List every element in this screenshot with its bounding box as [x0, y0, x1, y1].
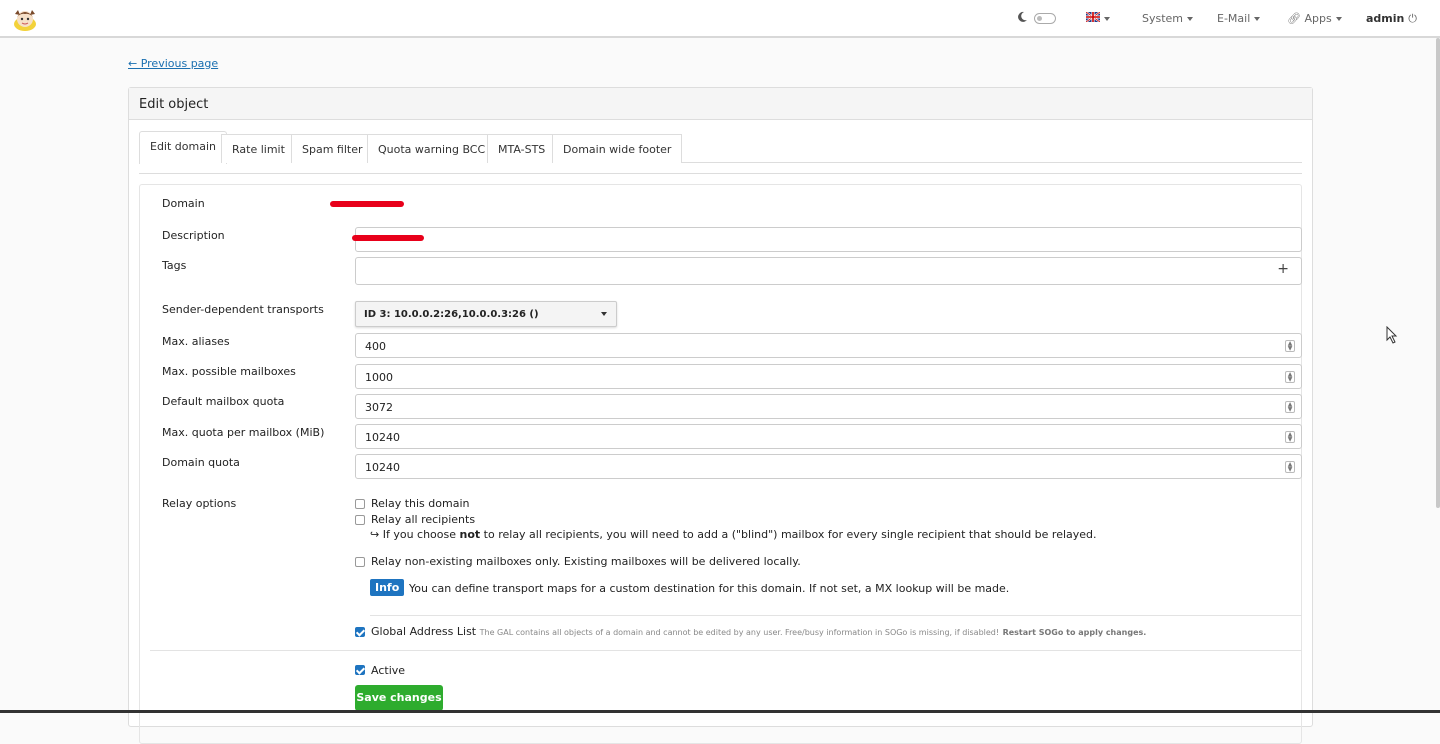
gal-restart-note: Restart SOGo to apply changes.: [1002, 628, 1147, 637]
info-text: You can define transport maps for a cust…: [409, 582, 1010, 595]
tab-rate-limit[interactable]: Rate limit: [221, 134, 296, 163]
top-navbar: System E-Mail 🔗︎ Apps admin ⏻: [0, 0, 1440, 38]
nav-user-admin[interactable]: admin ⏻: [1366, 12, 1417, 26]
default-quota-value: 3072: [365, 401, 393, 414]
relay-all-checkbox[interactable]: [355, 515, 365, 525]
transport-selected-value: ID 3: 10.0.0.2:26,10.0.0.3:26 (): [364, 309, 539, 320]
panel-title: Edit object: [129, 88, 1312, 120]
nav-apps-menu[interactable]: 🔗︎ Apps: [1287, 12, 1342, 25]
max-quota-value: 10240: [365, 431, 400, 444]
page-scrollbar[interactable]: [1436, 38, 1440, 508]
number-spinner-icon[interactable]: ▲ ▼: [1285, 401, 1295, 413]
tags-label: Tags: [162, 259, 187, 272]
active-label: Active: [371, 664, 406, 677]
relay-hint-bold: not: [459, 528, 481, 541]
mouse-cursor-icon: [1386, 326, 1398, 344]
edit-object-panel: Edit object Edit domain Rate limit Spam …: [128, 87, 1313, 744]
max-mailboxes-label: Max. possible mailboxes: [162, 365, 296, 378]
max-mailboxes-input[interactable]: 1000 ▲ ▼: [355, 364, 1302, 389]
tab-domain-wide-footer[interactable]: Domain wide footer: [552, 134, 683, 163]
nav-system-label: System: [1142, 12, 1184, 25]
description-label: Description: [162, 229, 225, 242]
number-spinner-icon[interactable]: ▲ ▼: [1285, 461, 1295, 473]
gal-checkbox[interactable]: [355, 627, 365, 637]
max-aliases-label: Max. aliases: [162, 335, 230, 348]
max-aliases-input[interactable]: 400 ▲ ▼: [355, 333, 1302, 358]
relay-nonexist-label: Relay non-existing mailboxes only. Exist…: [371, 555, 801, 568]
relay-options-label: Relay options: [162, 497, 237, 510]
default-quota-input[interactable]: 3072 ▲ ▼: [355, 394, 1302, 419]
number-spinner-icon[interactable]: ▲ ▼: [1285, 340, 1295, 352]
relay-hint: ↪ If you choose not to relay all recipie…: [370, 528, 1097, 541]
edit-domain-form: Domain Description Tags + Sender-depende…: [139, 184, 1302, 744]
tags-input[interactable]: +: [355, 257, 1302, 285]
default-quota-label: Default mailbox quota: [162, 395, 285, 408]
domain-value-redaction: [330, 201, 404, 207]
tab-spam-filter[interactable]: Spam filter: [291, 134, 374, 163]
chevron-down-icon: [1104, 17, 1110, 21]
max-quota-input[interactable]: 10240 ▲ ▼: [355, 424, 1302, 449]
chevron-down-icon: [1187, 17, 1194, 21]
link-icon: 🔗︎: [1287, 12, 1301, 25]
relay-all-label: Relay all recipients: [371, 513, 476, 526]
max-aliases-value: 400: [365, 340, 386, 353]
tab-edit-domain[interactable]: Edit domain: [139, 131, 227, 164]
number-spinner-icon[interactable]: ▲ ▼: [1285, 431, 1295, 443]
domain-quota-input[interactable]: 10240 ▲ ▼: [355, 454, 1302, 479]
description-input[interactable]: [352, 227, 1302, 252]
uk-flag-icon: [1085, 11, 1101, 23]
chevron-down-icon: [601, 312, 607, 316]
relay-hint-post: to relay all recipients, you will need t…: [480, 528, 1097, 541]
active-checkbox[interactable]: [355, 665, 365, 675]
divider: [150, 650, 1302, 651]
transport-label: Sender-dependent transports: [162, 303, 324, 316]
domain-label: Domain: [162, 197, 205, 210]
mailcow-logo-icon[interactable]: [12, 7, 38, 33]
previous-page-link[interactable]: ← Previous page: [128, 57, 218, 70]
nav-system-menu[interactable]: System: [1142, 12, 1194, 25]
relay-domain-label: Relay this domain: [371, 497, 470, 510]
gal-line: Global Address List The GAL contains all…: [371, 625, 1146, 638]
save-changes-button[interactable]: Save changes: [355, 685, 443, 711]
dark-mode-moon-icon: [1017, 11, 1028, 26]
chevron-down-icon: [1335, 17, 1342, 21]
nav-email-menu[interactable]: E-Mail: [1217, 12, 1261, 25]
divider: [370, 615, 1302, 616]
add-tag-plus-icon[interactable]: +: [1277, 261, 1289, 277]
number-spinner-icon[interactable]: ▲ ▼: [1285, 371, 1295, 383]
language-selector[interactable]: [1085, 11, 1110, 25]
tab-divider: [139, 173, 1302, 174]
info-badge: Info: [370, 579, 405, 596]
chevron-down-icon: [1254, 17, 1261, 21]
tab-quota-warning-bcc[interactable]: Quota warning BCC: [367, 134, 497, 163]
max-mailboxes-value: 1000: [365, 371, 393, 384]
domain-quota-value: 10240: [365, 461, 400, 474]
relay-domain-checkbox[interactable]: [355, 499, 365, 509]
gal-label: Global Address List: [371, 625, 477, 638]
logout-power-icon[interactable]: ⏻: [1408, 12, 1417, 25]
description-redaction: [352, 235, 424, 241]
tab-mta-sts[interactable]: MTA-STS: [487, 134, 557, 163]
nav-apps-label: Apps: [1304, 12, 1332, 25]
domain-quota-label: Domain quota: [162, 456, 240, 469]
max-quota-label: Max. quota per mailbox (MiB): [162, 426, 325, 439]
relay-nonexist-checkbox[interactable]: [355, 557, 365, 567]
tab-bar: Edit domain Rate limit Spam filter Quota…: [139, 131, 1302, 164]
nav-email-label: E-Mail: [1217, 12, 1251, 25]
relay-hint-pre: ↪ If you choose: [370, 528, 460, 541]
transport-select[interactable]: ID 3: 10.0.0.2:26,10.0.0.3:26 (): [355, 301, 617, 327]
gal-hint: The GAL contains all objects of a domain…: [479, 628, 1000, 637]
dark-mode-toggle[interactable]: [1034, 13, 1056, 24]
user-name: admin: [1366, 12, 1405, 25]
